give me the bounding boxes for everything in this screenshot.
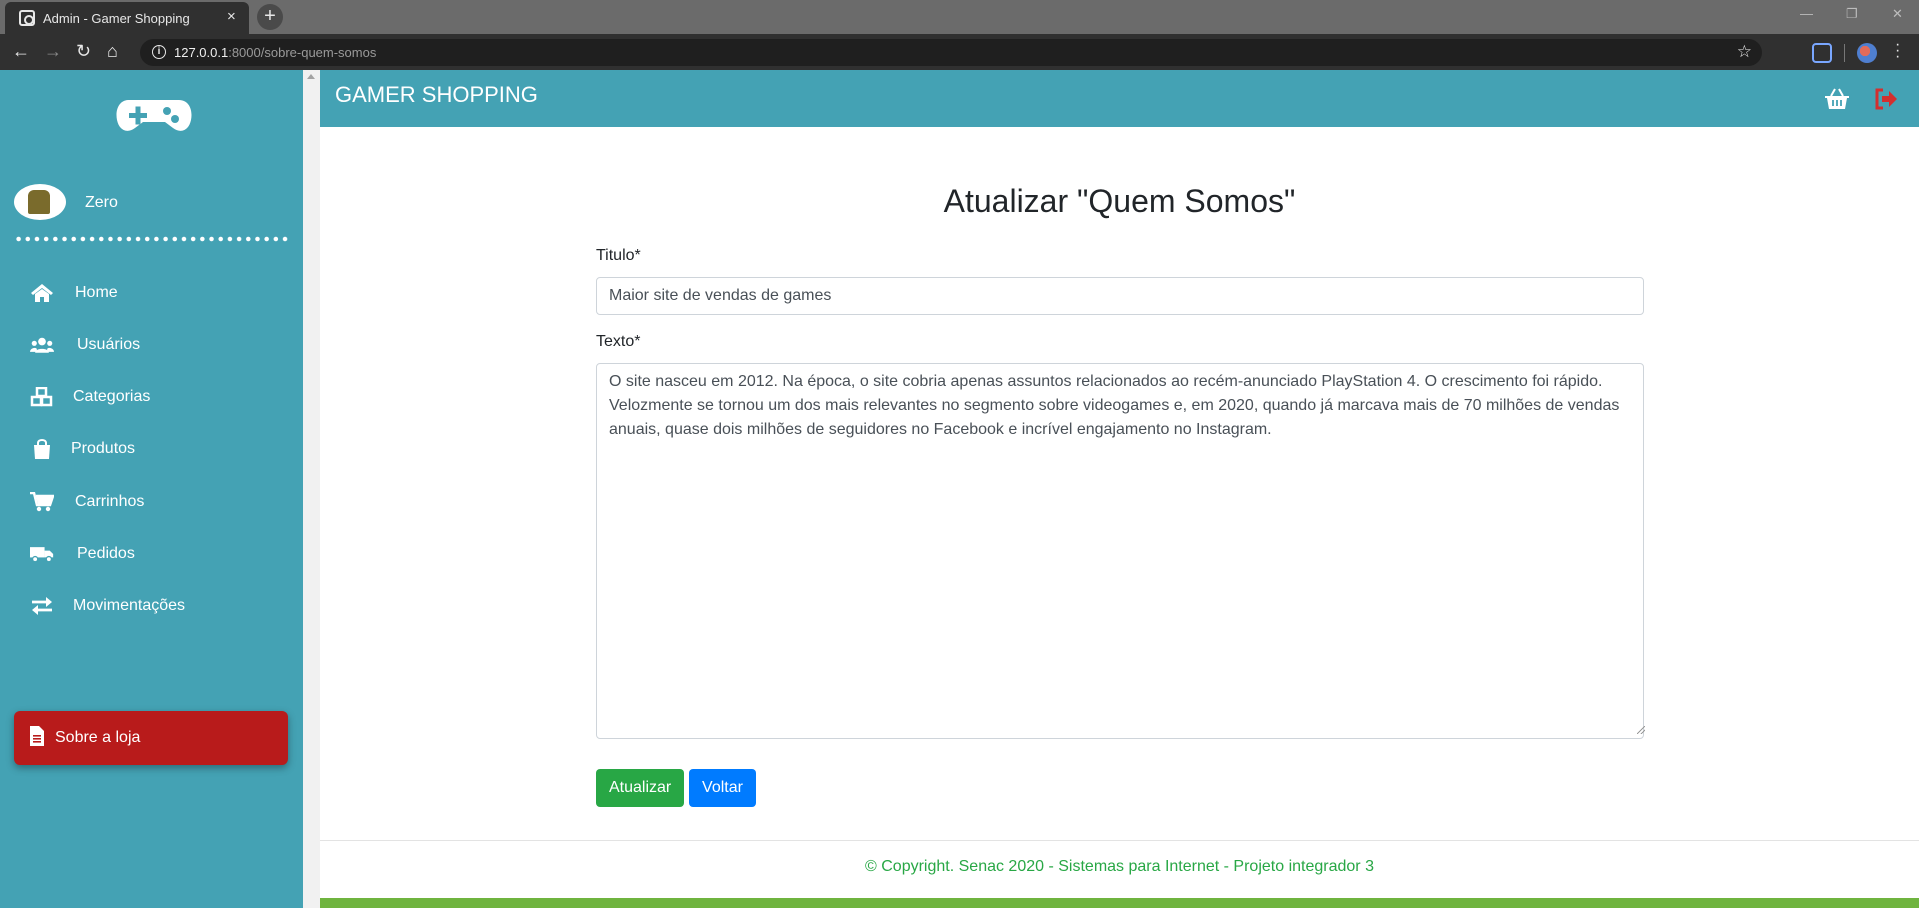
- sidebar: Zero Home Usuários Categorias Produtos C…: [0, 70, 303, 908]
- sidebar-item-label: Categorias: [73, 388, 151, 405]
- minimize-window-button[interactable]: —: [1800, 6, 1813, 21]
- sidebar-item-produtos[interactable]: Produtos: [14, 422, 288, 476]
- cubes-icon: [30, 387, 53, 407]
- home-browser-icon[interactable]: ⌂: [107, 41, 118, 61]
- users-icon: [30, 337, 54, 353]
- browser-tab-strip: Admin - Gamer Shopping × + — ❐ ✕: [0, 0, 1919, 34]
- footer-copyright: © Copyright. Senac 2020 - Sistemas para …: [865, 858, 1374, 875]
- restore-window-button[interactable]: ❐: [1846, 6, 1858, 22]
- home-icon: [31, 284, 53, 302]
- basket-icon[interactable]: [1824, 87, 1850, 111]
- gamepad-icon[interactable]: [115, 98, 193, 134]
- sidebar-divider: [14, 236, 289, 242]
- sidebar-item-label: Home: [75, 284, 118, 301]
- url-text[interactable]: 127.0.0.1:8000/sobre-quem-somos: [174, 45, 376, 60]
- browser-menu-icon[interactable]: · · ·: [1895, 37, 1900, 65]
- profile-avatar-icon[interactable]: [1857, 43, 1877, 63]
- sidebar-item-pedidos[interactable]: Pedidos: [14, 527, 288, 581]
- footer-bar: [320, 898, 1919, 908]
- sidebar-item-label: Carrinhos: [75, 493, 145, 510]
- sidebar-item-usuarios[interactable]: Usuários: [14, 318, 288, 372]
- page-title: Atualizar "Quem Somos": [943, 183, 1296, 219]
- close-window-button[interactable]: ✕: [1892, 6, 1903, 22]
- sidebar-item-categorias[interactable]: Categorias: [14, 370, 288, 424]
- user-name: Zero: [85, 194, 118, 211]
- update-button[interactable]: Atualizar: [596, 769, 684, 807]
- truck-icon: [30, 547, 54, 563]
- sidebar-item-label: Produtos: [71, 440, 136, 457]
- sidebar-item-home[interactable]: Home: [14, 266, 288, 320]
- sidebar-item-movimentacoes[interactable]: Movimentações: [14, 579, 288, 633]
- textarea-resize-handle[interactable]: [1637, 726, 1645, 734]
- main-content: Atualizar "Quem Somos" Titulo* Maior sit…: [320, 127, 1919, 840]
- browser-toolbar: ← → ↻ ⌂ i 127.0.0.1:8000/sobre-quem-somo…: [0, 34, 1919, 70]
- logout-icon[interactable]: [1874, 87, 1898, 111]
- sidebar-item-carrinhos[interactable]: Carrinhos: [14, 475, 288, 529]
- brand-title[interactable]: GAMER SHOPPING: [335, 82, 538, 108]
- back-arrow-icon[interactable]: ←: [12, 41, 30, 61]
- text-textarea[interactable]: O site nasceu em 2012. Na época, o site …: [596, 363, 1644, 739]
- text-field-label: Texto*: [596, 333, 641, 350]
- site-info-icon[interactable]: i: [152, 45, 166, 59]
- exchange-icon: [32, 597, 52, 615]
- reload-icon[interactable]: ↻: [76, 41, 91, 61]
- footer-divider: [320, 840, 1919, 841]
- scrollbar[interactable]: [303, 70, 320, 908]
- avatar: [14, 184, 66, 220]
- new-tab-button[interactable]: +: [257, 4, 283, 30]
- sidebar-item-label: Movimentações: [73, 597, 186, 614]
- file-icon: [30, 726, 44, 746]
- shopping-bag-icon: [34, 439, 50, 459]
- title-field-label: Titulo*: [596, 247, 641, 264]
- favicon-icon: [19, 10, 35, 26]
- sidebar-item-label: Sobre a loja: [55, 729, 141, 746]
- url-host: 127.0.0.1: [174, 45, 229, 60]
- cart-icon: [30, 492, 54, 512]
- browser-tab-title: Admin - Gamer Shopping: [43, 11, 190, 26]
- top-navbar: GAMER SHOPPING: [320, 70, 1919, 127]
- close-tab-icon[interactable]: ×: [227, 8, 236, 25]
- extension-shield-icon[interactable]: [1812, 43, 1832, 63]
- url-path: :8000/sobre-quem-somos: [228, 45, 377, 60]
- bookmark-star-icon[interactable]: ☆: [1737, 42, 1752, 62]
- address-bar[interactable]: i 127.0.0.1:8000/sobre-quem-somos ☆: [140, 39, 1762, 66]
- sidebar-item-label: Usuários: [77, 336, 141, 353]
- back-button[interactable]: Voltar: [689, 769, 756, 807]
- scroll-up-arrow-icon[interactable]: [307, 74, 315, 79]
- forward-arrow-icon[interactable]: →: [44, 41, 62, 61]
- title-input[interactable]: Maior site de vendas de games: [596, 277, 1644, 315]
- toolbar-divider: [1844, 44, 1845, 62]
- sidebar-item-sobre-a-loja[interactable]: Sobre a loja: [14, 711, 288, 765]
- browser-tab[interactable]: Admin - Gamer Shopping ×: [5, 2, 249, 34]
- sidebar-item-label: Pedidos: [77, 545, 135, 562]
